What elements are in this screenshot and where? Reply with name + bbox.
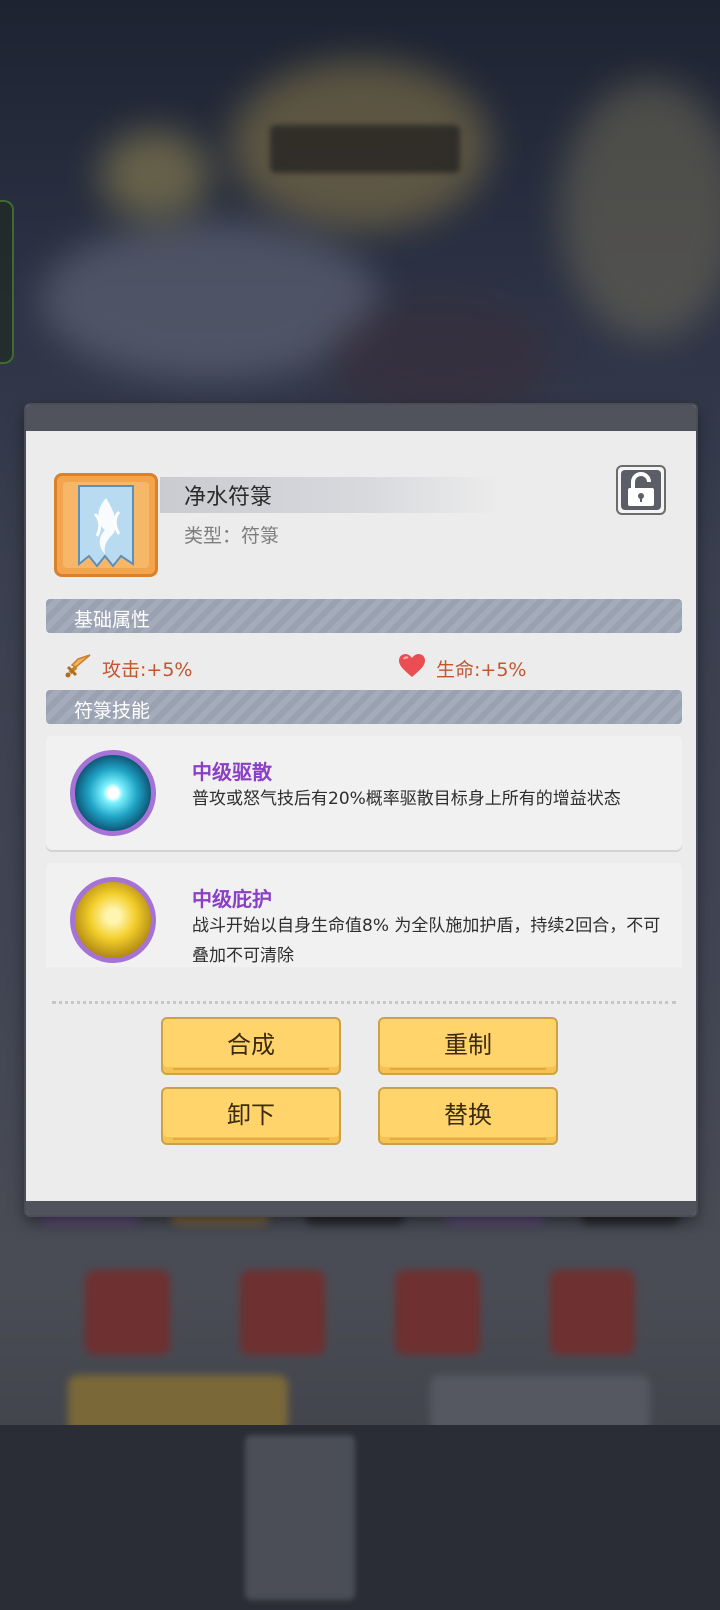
item-name: 净水符箓 [184, 485, 273, 510]
side-tab [0, 200, 14, 364]
background-blob [560, 80, 720, 340]
sword-icon [65, 654, 91, 678]
skill-name: 中级庇护 [192, 887, 272, 911]
dialog-bottom-bar [26, 1201, 696, 1215]
lock-button[interactable] [616, 465, 666, 515]
divider [52, 1001, 676, 1004]
skill-description: 普攻或怒气技后有20%概率驱散目标身上所有的增益状态 [192, 789, 621, 809]
item-icon-frame [54, 473, 158, 577]
background-blob [100, 130, 210, 220]
talisman-detail-dialog: 净水符箓 类型：符箓 基础属性 攻击:+5% 生命:+5% 符箓技能 中级驱散 … [26, 405, 696, 1215]
section-title: 符箓技能 [74, 700, 151, 722]
dialog-top-bar [26, 405, 696, 431]
remake-button[interactable]: 重制 [378, 1017, 558, 1075]
attribute-hp-text: 生命:+5% [436, 659, 527, 681]
skill-card: 中级驱散 普攻或怒气技后有20%概率驱散目标身上所有的增益状态 [46, 736, 682, 850]
background-blob [330, 300, 550, 420]
section-header-talisman-skills: 符箓技能 [46, 690, 682, 724]
compose-button[interactable]: 合成 [161, 1017, 341, 1075]
heart-icon [399, 654, 425, 677]
background-banner [270, 125, 460, 173]
background-blob [40, 220, 380, 380]
item-type: 类型：符箓 [184, 525, 280, 547]
attribute-attack-text: 攻击:+5% [102, 659, 193, 681]
replace-button[interactable]: 替换 [378, 1087, 558, 1145]
section-title: 基础属性 [74, 609, 151, 631]
bottom-navigation-bar [0, 1425, 720, 1610]
shield-figures-icon [70, 877, 156, 963]
bottom-nav-selected-tab [245, 1435, 355, 1600]
skill-card: 中级庇护 战斗开始以自身生命值8% 为全队施加护盾，持续2回合，不可叠加不可清除 [46, 863, 682, 967]
dispel-orb-icon [70, 750, 156, 836]
unlock-icon [621, 470, 661, 510]
skill-name: 中级驱散 [192, 760, 272, 784]
unequip-button[interactable]: 卸下 [161, 1087, 341, 1145]
banner-talisman-icon [78, 485, 134, 568]
section-header-basic-attributes: 基础属性 [46, 599, 682, 633]
skill-description: 战斗开始以自身生命值8% 为全队施加护盾，持续2回合，不可叠加不可清除 [192, 916, 661, 966]
